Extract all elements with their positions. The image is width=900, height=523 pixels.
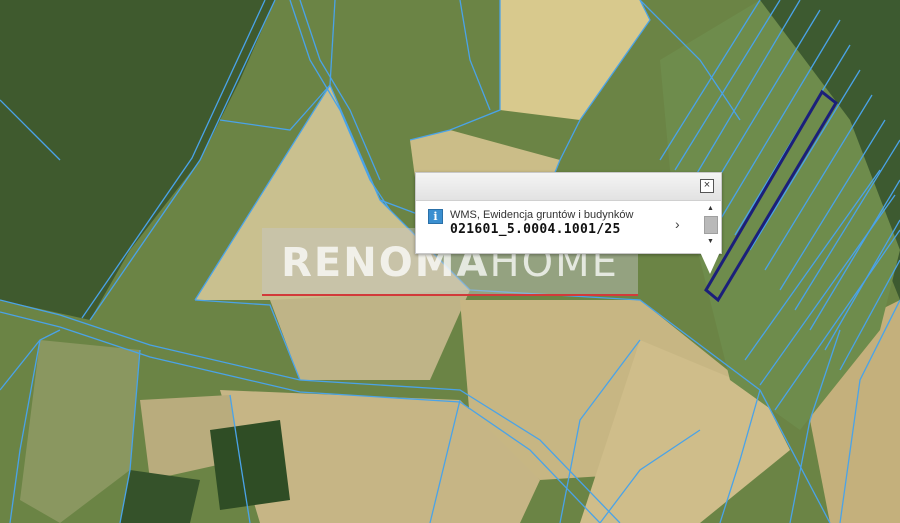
forest-patch	[210, 420, 290, 510]
scroll-up-icon[interactable]: ▲	[707, 205, 714, 212]
scroll-down-icon[interactable]: ▼	[707, 238, 714, 245]
popup-header: ×	[416, 173, 721, 201]
info-icon: i	[428, 209, 443, 224]
popup-body: i WMS, Ewidencja gruntów i budynków 0216…	[416, 201, 721, 253]
close-button[interactable]: ×	[700, 179, 714, 193]
next-result-icon[interactable]: ›	[675, 216, 680, 232]
scroll-thumb[interactable]	[704, 216, 718, 234]
layer-label: WMS, Ewidencja gruntów i budynków	[450, 209, 634, 221]
popup-pointer	[700, 252, 720, 274]
popup-scrollbar[interactable]: ▲ ▼	[704, 205, 718, 251]
parcel-id: 021601_5.0004.1001/25	[450, 222, 621, 237]
feature-info-popup: × i WMS, Ewidencja gruntów i budynków 02…	[415, 172, 722, 254]
